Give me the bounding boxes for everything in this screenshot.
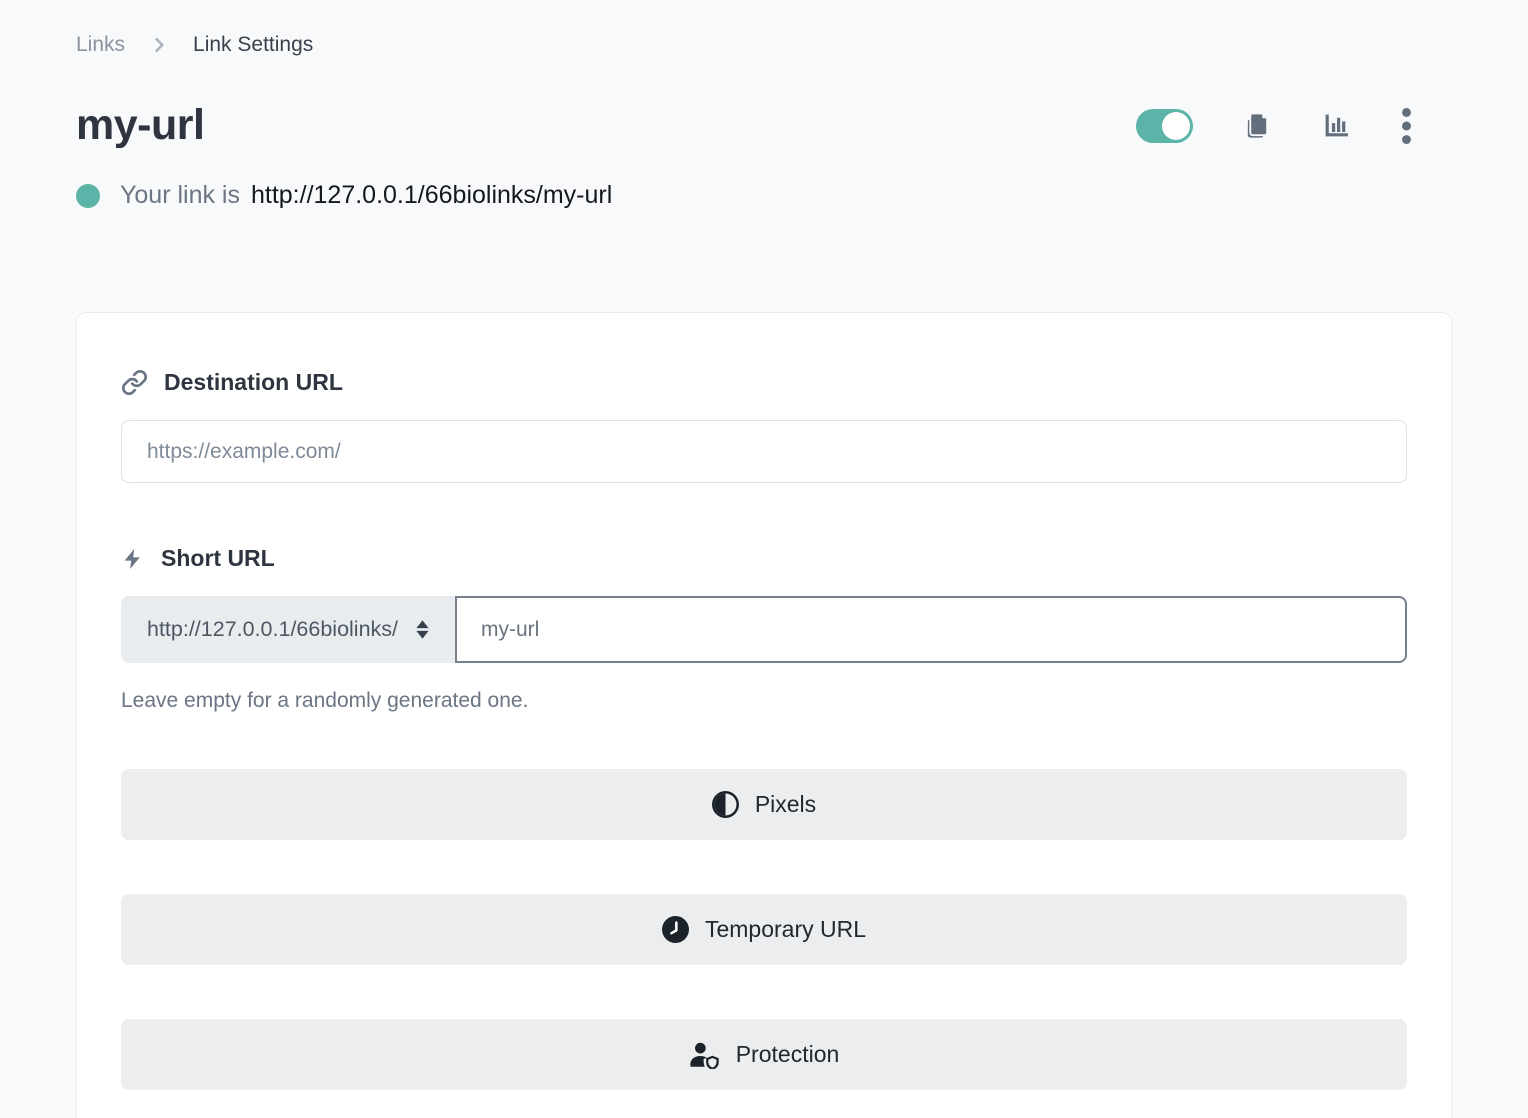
pixels-section-button[interactable]: Pixels	[121, 769, 1407, 840]
destination-url-label-row: Destination URL	[121, 369, 1407, 396]
copy-link-button[interactable]	[1243, 111, 1272, 140]
short-link-url[interactable]: http://127.0.0.1/66biolinks/my-url	[251, 181, 612, 210]
destination-url-label: Destination URL	[164, 369, 343, 396]
breadcrumb: Links Link Settings	[76, 30, 1452, 60]
half-circle-icon	[712, 791, 739, 818]
short-url-label: Short URL	[161, 545, 275, 572]
link-enabled-toggle[interactable]	[1136, 109, 1193, 143]
breadcrumb-current: Link Settings	[193, 33, 313, 57]
page-title: my-url	[76, 102, 204, 149]
statistics-button[interactable]	[1322, 111, 1351, 140]
bar-chart-icon	[1322, 111, 1351, 140]
status-prefix: Your link is	[120, 181, 240, 210]
chevron-right-icon	[149, 35, 169, 55]
link-icon	[121, 369, 148, 396]
header-controls	[1136, 108, 1412, 144]
destination-url-input[interactable]	[121, 420, 1407, 483]
more-options-button[interactable]	[1401, 108, 1412, 144]
copy-icon	[1243, 111, 1272, 140]
toggle-knob	[1162, 112, 1190, 140]
short-url-domain-select[interactable]: http://127.0.0.1/66biolinks/	[121, 596, 455, 663]
up-down-arrows-icon	[414, 618, 431, 641]
short-url-row: http://127.0.0.1/66biolinks/	[121, 596, 1407, 663]
status-sentence: Your link is http://127.0.0.1/66biolinks…	[120, 181, 612, 210]
lightning-bolt-icon	[121, 546, 145, 572]
link-status-row: Your link is http://127.0.0.1/66biolinks…	[76, 181, 1452, 210]
link-settings-card: Destination URL Short URL http://127.0.0…	[76, 312, 1452, 1118]
user-shield-icon	[689, 1041, 720, 1069]
link-settings-page: Links Link Settings my-url	[0, 0, 1528, 1118]
temporary-url-section-button[interactable]: Temporary URL	[121, 894, 1407, 965]
breadcrumb-links[interactable]: Links	[76, 33, 125, 57]
kebab-menu-icon	[1401, 108, 1412, 144]
protection-section-button[interactable]: Protection	[121, 1019, 1407, 1090]
protection-button-label: Protection	[736, 1041, 840, 1068]
status-dot	[76, 184, 100, 208]
temporary-url-button-label: Temporary URL	[705, 916, 866, 943]
clock-icon	[662, 916, 689, 943]
header-row: my-url	[76, 102, 1452, 149]
short-url-domain-value: http://127.0.0.1/66biolinks/	[147, 617, 398, 642]
pixels-button-label: Pixels	[755, 791, 816, 818]
short-url-help-text: Leave empty for a randomly generated one…	[121, 689, 1407, 713]
short-url-input[interactable]	[455, 596, 1407, 663]
short-url-label-row: Short URL	[121, 545, 1407, 572]
